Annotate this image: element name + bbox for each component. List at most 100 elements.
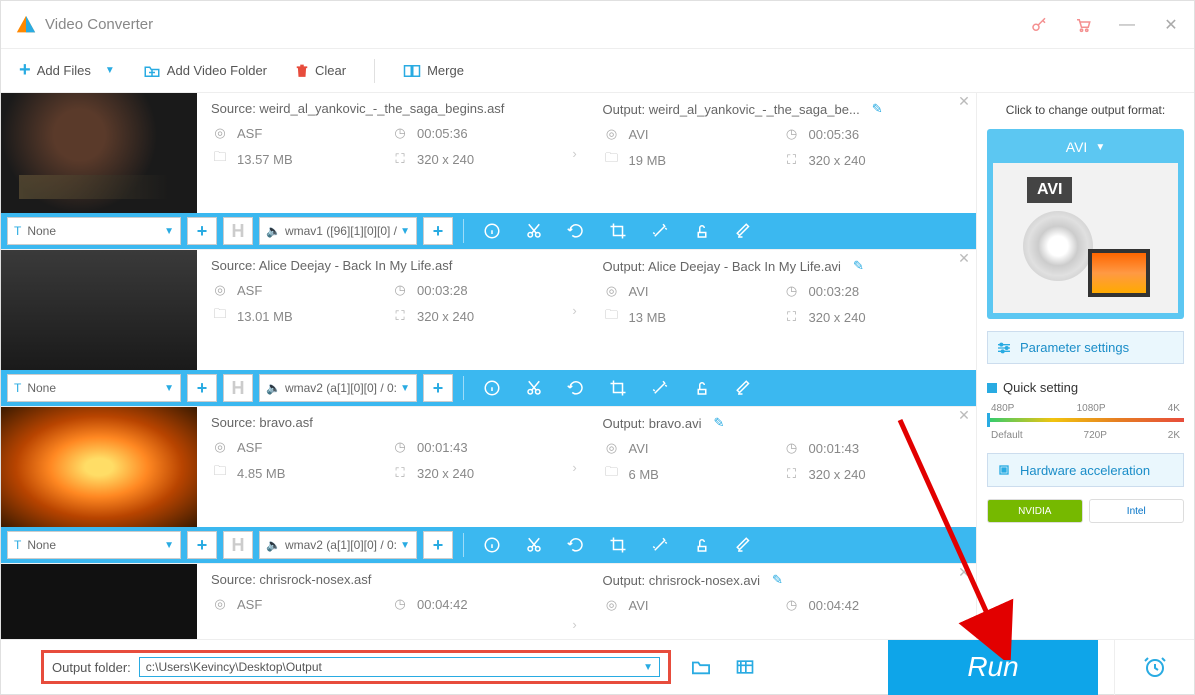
edit-subtitle-icon[interactable] [726,374,762,402]
speaker-icon: 🔈 [266,224,281,238]
edit-subtitle-icon[interactable] [726,531,762,559]
app-logo-icon [15,14,37,36]
output-duration: 00:04:42 [809,598,860,613]
rename-icon[interactable]: ✎ [853,258,864,274]
add-audio-button[interactable]: + [423,531,453,559]
subtitle-dropdown[interactable]: TNone▼ [7,217,181,245]
add-files-dropdown-icon[interactable]: ▼ [105,65,115,76]
watermark-icon[interactable] [684,531,720,559]
rotate-icon[interactable] [558,531,594,559]
effects-icon[interactable] [642,217,678,245]
format-selector[interactable]: AVI▼ AVI [987,129,1184,319]
remove-row-icon[interactable]: ✕ [952,250,976,370]
parameter-settings-button[interactable]: Parameter settings [987,331,1184,364]
cut-icon[interactable] [516,217,552,245]
merge-button[interactable]: Merge [403,63,464,79]
add-subtitle-button[interactable]: + [187,217,217,245]
h-button[interactable]: H [223,374,253,402]
add-audio-button[interactable]: + [423,217,453,245]
minimize-button[interactable]: — [1118,16,1136,34]
h-button[interactable]: H [223,531,253,559]
scale-2k: 2K [1168,430,1180,441]
remove-row-icon[interactable]: ✕ [952,407,976,527]
audio-dropdown[interactable]: 🔈wmav1 ([96][1][0][0] /▼ [259,217,417,245]
add-audio-button[interactable]: + [423,374,453,402]
run-button[interactable]: Run [888,640,1098,695]
thumbnail[interactable] [1,93,197,213]
source-format: ASF [237,440,262,455]
subtitle-dropdown[interactable]: TNone▼ [7,531,181,559]
sliders-icon [996,341,1012,355]
source-resolution: 320 x 240 [417,152,474,167]
info-icon[interactable] [474,374,510,402]
thumbnail[interactable] [1,250,197,370]
arrow-separator-icon: › [561,250,589,370]
rotate-icon[interactable] [558,374,594,402]
add-subtitle-button[interactable]: + [187,374,217,402]
effects-icon[interactable] [642,531,678,559]
format-icon: ◎ [211,124,229,142]
crop-icon[interactable] [600,531,636,559]
footer: Output folder: c:\Users\Kevincy\Desktop\… [1,639,1194,694]
merge-label: Merge [427,63,464,78]
file-row: Source: Alice Deejay - Back In My Life.a… [1,250,976,407]
format-badge: AVI [1027,177,1072,203]
rename-icon[interactable]: ✎ [772,572,783,588]
file-row: Source: chrisrock-nosex.asf ◎ASF ◷00:04:… [1,564,976,639]
remove-row-icon[interactable]: ✕ [952,564,976,639]
quality-slider[interactable] [987,418,1184,422]
add-files-button[interactable]: + Add Files [19,59,91,82]
output-label: Output: Alice Deejay - Back In My Life.a… [603,259,841,274]
add-subtitle-button[interactable]: + [187,531,217,559]
dropdown-arrow-icon: ▼ [400,226,410,237]
size-icon: 🗀 [211,150,229,168]
cart-icon[interactable] [1074,16,1092,34]
rename-icon[interactable]: ✎ [872,101,883,117]
task-list-icon[interactable] [731,653,759,681]
audio-dropdown[interactable]: 🔈wmav2 (a[1][0][0] / 0:▼ [259,531,417,559]
close-button[interactable]: ✕ [1162,16,1180,34]
thumbnail[interactable] [1,564,197,639]
open-folder-icon[interactable] [687,653,715,681]
source-format: ASF [237,597,262,612]
info-icon[interactable] [474,531,510,559]
resolution-icon: ⛶ [391,150,409,168]
rotate-icon[interactable] [558,217,594,245]
effects-icon[interactable] [642,374,678,402]
source-duration: 00:03:28 [417,283,468,298]
watermark-icon[interactable] [684,374,720,402]
add-folder-button[interactable]: Add Video Folder [143,63,267,79]
source-format: ASF [237,283,262,298]
alarm-button[interactable] [1114,640,1194,695]
rename-icon[interactable]: ✎ [714,415,725,431]
dropdown-arrow-icon: ▼ [164,226,174,237]
cut-icon[interactable] [516,531,552,559]
h-button[interactable]: H [223,217,253,245]
film-icon [1088,249,1150,297]
remove-row-icon[interactable]: ✕ [952,93,976,213]
audio-dropdown[interactable]: 🔈wmav2 (a[1][0][0] / 0:▼ [259,374,417,402]
output-format: AVI [629,441,649,456]
add-folder-label: Add Video Folder [167,63,267,78]
output-folder-dropdown[interactable]: c:\Users\Kevincy\Desktop\Output ▼ [139,657,660,677]
cut-icon[interactable] [516,374,552,402]
output-duration: 00:01:43 [809,441,860,456]
trash-icon [295,63,309,79]
scale-default: Default [991,430,1023,441]
thumbnail[interactable] [1,407,197,527]
dropdown-arrow-icon: ▼ [1095,142,1105,153]
crop-icon[interactable] [600,217,636,245]
dropdown-arrow-icon: ▼ [643,662,653,673]
crop-icon[interactable] [600,374,636,402]
source-duration: 00:05:36 [417,126,468,141]
watermark-icon[interactable] [684,217,720,245]
hardware-accel-button[interactable]: Hardware acceleration [987,453,1184,487]
edit-subtitle-icon[interactable] [726,217,762,245]
subtitle-dropdown[interactable]: TNone▼ [7,374,181,402]
info-icon[interactable] [474,217,510,245]
arrow-separator-icon: › [561,93,589,213]
row-actionbar: TNone▼ + H 🔈wmav2 (a[1][0][0] / 0:▼ + [1,527,976,563]
clear-button[interactable]: Clear [295,63,346,79]
source-size: 13.01 MB [237,309,293,324]
register-key-icon[interactable] [1030,16,1048,34]
